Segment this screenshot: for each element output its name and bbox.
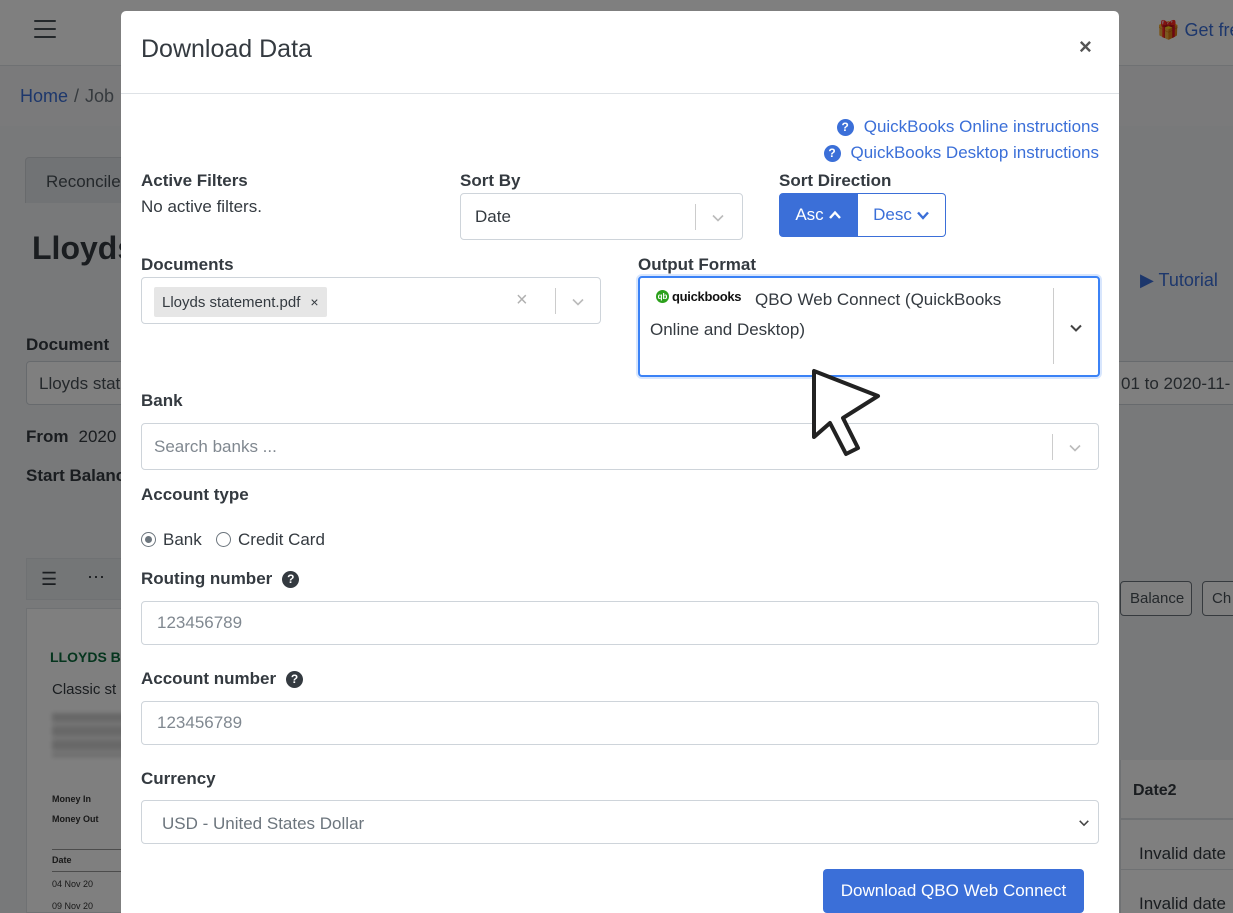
- download-data-modal: Download Data × ? QuickBooks Online instr…: [121, 11, 1119, 913]
- sort-direction-group: Asc Desc: [779, 193, 946, 237]
- chevron-down-icon: [916, 211, 929, 220]
- modal-title: Download Data: [141, 35, 312, 63]
- remove-tag-icon[interactable]: ×: [310, 294, 318, 310]
- output-format-select[interactable]: qb quickbooks QBO Web Connect (QuickBooks…: [638, 276, 1100, 377]
- chevron-down-icon: [572, 298, 584, 306]
- question-circle-icon: ?: [836, 118, 854, 136]
- question-circle-icon[interactable]: ?: [282, 570, 300, 588]
- currency-label: Currency: [141, 769, 216, 788]
- routing-number-input[interactable]: [141, 601, 1099, 645]
- active-filters-label: Active Filters: [141, 171, 248, 190]
- bank-search-select[interactable]: Search banks ...: [141, 423, 1099, 470]
- sort-asc-button[interactable]: Asc: [779, 193, 858, 237]
- qbo-online-instructions-link[interactable]: ? QuickBooks Online instructions: [836, 117, 1099, 137]
- sort-direction-label: Sort Direction: [779, 171, 892, 190]
- qbo-desktop-instructions-link[interactable]: ? QuickBooks Desktop instructions: [823, 143, 1099, 163]
- bank-placeholder: Search banks ...: [154, 437, 277, 456]
- chevron-down-icon: [712, 214, 724, 222]
- sort-desc-button[interactable]: Desc: [858, 193, 946, 237]
- close-icon[interactable]: ×: [1079, 34, 1092, 60]
- routing-number-label: Routing number?: [141, 569, 300, 589]
- account-type-label: Account type: [141, 485, 249, 504]
- account-type-bank-radio[interactable]: Bank: [141, 530, 202, 550]
- account-number-input[interactable]: [141, 701, 1099, 745]
- radio-unselected-icon: [216, 532, 231, 547]
- sort-by-select[interactable]: Date: [460, 193, 743, 240]
- modal-header: Download Data ×: [121, 11, 1119, 94]
- sort-by-value: Date: [475, 207, 511, 226]
- currency-select[interactable]: USD - United States Dollar: [141, 800, 1099, 844]
- account-number-label: Account number?: [141, 669, 304, 689]
- chevron-up-icon: [828, 210, 841, 219]
- account-type-credit-card-radio[interactable]: Credit Card: [216, 530, 325, 550]
- bank-label: Bank: [141, 391, 183, 410]
- active-filters-value: No active filters.: [141, 197, 262, 216]
- mouse-pointer-icon: [812, 369, 880, 456]
- clear-all-icon[interactable]: ×: [516, 289, 528, 312]
- chevron-down-icon: [1079, 820, 1089, 827]
- question-circle-icon[interactable]: ?: [286, 670, 304, 688]
- chevron-down-icon: [1070, 324, 1082, 332]
- output-format-label: Output Format: [638, 255, 757, 274]
- output-format-value: QBO Web Connect (QuickBooks Online and D…: [650, 290, 1002, 339]
- currency-value: USD - United States Dollar: [162, 814, 365, 833]
- radio-selected-icon: [141, 532, 156, 547]
- chevron-down-icon: [1069, 444, 1081, 452]
- document-tag: Lloyds statement.pdf ×: [154, 287, 327, 317]
- documents-label: Documents: [141, 255, 234, 274]
- documents-multiselect[interactable]: Lloyds statement.pdf × ×: [141, 277, 601, 324]
- question-circle-icon: ?: [823, 144, 841, 162]
- sort-by-label: Sort By: [460, 171, 521, 190]
- download-qbo-button[interactable]: Download QBO Web Connect: [823, 869, 1084, 913]
